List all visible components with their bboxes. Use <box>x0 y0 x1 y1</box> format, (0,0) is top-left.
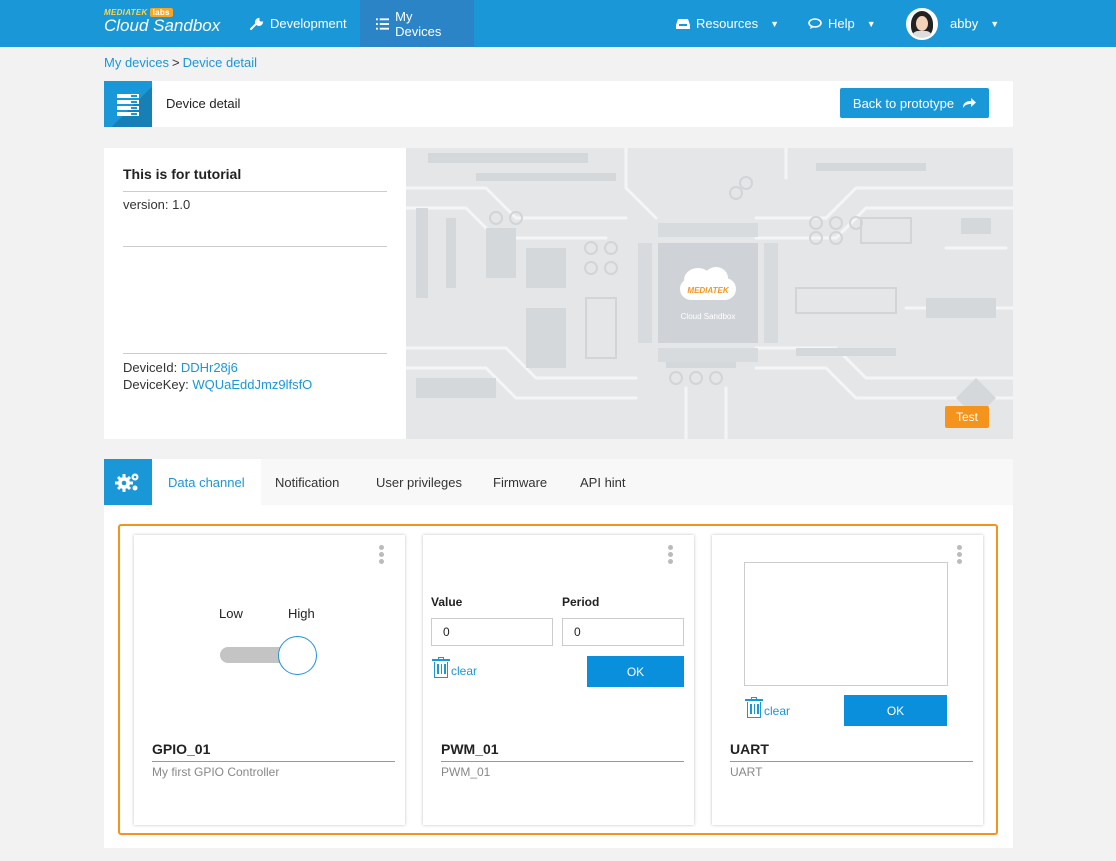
device-status-badge: Test <box>945 406 989 428</box>
toggle-high-label: High <box>288 606 315 621</box>
pwm-period-input[interactable]: 0 <box>562 618 684 646</box>
logo-product-name: Cloud Sandbox <box>104 16 221 35</box>
breadcrumb-device-detail[interactable]: Device detail <box>183 55 257 70</box>
hero-chip-product: Cloud Sandbox <box>681 312 736 321</box>
circuit-board-illustration: MEDIATEK Cloud Sandbox <box>406 148 1013 439</box>
toggle-low-label: Low <box>219 606 243 621</box>
divider <box>152 761 395 762</box>
tab-user-privileges[interactable]: User privileges <box>360 459 478 505</box>
device-info-card: This is for tutorial version: 1.0 Device… <box>104 148 406 439</box>
device-key-label: DeviceKey: <box>123 377 189 392</box>
gpio-toggle-knob[interactable] <box>278 636 317 675</box>
divider <box>123 246 387 247</box>
device-credentials: DeviceId: DDHr28j6 DeviceKey: WQUaEddJmz… <box>123 359 312 393</box>
chevron-down-icon: ▼ <box>770 18 780 29</box>
divider <box>123 353 387 354</box>
uart-message-textarea[interactable] <box>744 562 948 686</box>
device-key-value: WQUaEddJmz9lfsfO <box>192 377 313 392</box>
chevron-down-icon: ▼ <box>990 18 1000 29</box>
breadcrumb: My devices > Device detail <box>104 55 257 70</box>
device-version: version: 1.0 <box>123 197 191 212</box>
wrench-icon <box>250 17 264 30</box>
divider <box>123 191 387 192</box>
page-title: Device detail <box>166 96 241 111</box>
nav-my-devices-label: My Devices <box>395 8 442 39</box>
device-hero-image: MEDIATEK Cloud Sandbox Test <box>406 148 1013 439</box>
gpio-channel-card: Low High GPIO_01 My first GPIO Controlle… <box>134 535 405 825</box>
channel-description: PWM_01 <box>441 765 491 779</box>
pwm-value-label: Value <box>431 595 463 609</box>
gears-glyph <box>115 473 139 492</box>
back-to-prototype-label: Back to prototype <box>852 95 955 111</box>
divider <box>441 761 684 762</box>
nav-resources-label: Resources <box>696 16 759 31</box>
nav-help-label: Help <box>828 16 855 31</box>
device-name: This is for tutorial <box>123 166 242 182</box>
gears-icon <box>104 459 152 505</box>
tab-firmware[interactable]: Firmware <box>477 459 563 505</box>
uart-channel-card: clear OK UART UART <box>712 535 983 825</box>
tab-notification[interactable]: Notification <box>259 459 355 505</box>
breadcrumb-separator: > <box>172 55 180 70</box>
user-name: abby <box>950 16 979 31</box>
uart-clear-button[interactable]: clear <box>745 697 791 718</box>
device-id-label: DeviceId: <box>123 360 178 375</box>
trash-icon <box>432 657 450 678</box>
trash-icon <box>745 697 763 718</box>
breadcrumb-my-devices[interactable]: My devices <box>104 55 169 70</box>
pwm-clear-button[interactable]: clear <box>432 657 478 678</box>
pwm-ok-button[interactable]: OK <box>587 656 684 687</box>
tab-data-channel[interactable]: Data channel <box>152 459 261 505</box>
nav-user-menu[interactable]: abby ▼ <box>890 0 1015 47</box>
tab-api-hint[interactable]: API hint <box>564 459 642 505</box>
device-id-value: DDHr28j6 <box>180 360 238 375</box>
pwm-channel-card: Value Period 0 0 clear OK PWM_01 PWM_01 <box>423 535 694 825</box>
divider <box>730 761 973 762</box>
chevron-down-icon: ▼ <box>866 18 876 29</box>
hero-chip-brand: MEDIATEK <box>687 286 729 295</box>
channel-name: UART <box>730 741 769 757</box>
user-avatar <box>906 7 938 40</box>
channel-description: My first GPIO Controller <box>152 765 280 779</box>
nav-resources[interactable]: Resources ▼ <box>660 0 795 47</box>
nav-help[interactable]: Help ▼ <box>792 0 892 47</box>
pwm-period-label: Period <box>562 595 600 609</box>
share-arrow-icon <box>963 98 977 108</box>
nav-development[interactable]: Development <box>234 0 363 47</box>
channel-name: PWM_01 <box>441 741 499 757</box>
back-to-prototype-button[interactable]: Back to prototype <box>840 88 989 118</box>
channel-name: GPIO_01 <box>152 741 211 757</box>
more-options-icon[interactable] <box>379 545 385 566</box>
device-tabs: Data channel Notification User privilege… <box>104 459 1013 505</box>
more-options-icon[interactable] <box>957 545 963 566</box>
device-detail-icon <box>104 81 152 127</box>
list-icon <box>376 17 390 30</box>
chat-bubble-icon <box>808 17 822 29</box>
inbox-icon <box>676 18 690 29</box>
top-navbar: MEDIATEK labs Cloud Sandbox Development M… <box>0 0 1116 47</box>
nav-my-devices[interactable]: My Devices <box>360 0 474 47</box>
page-header: Device detail Back to prototype <box>104 81 1013 127</box>
cloud-sandbox-logo[interactable]: MEDIATEK labs Cloud Sandbox <box>104 8 220 36</box>
pwm-value-input[interactable]: 0 <box>431 618 553 646</box>
uart-clear-label: clear <box>764 704 791 718</box>
channel-description: UART <box>730 765 763 779</box>
more-options-icon[interactable] <box>668 545 674 566</box>
pwm-clear-label: clear <box>451 664 478 678</box>
uart-ok-button[interactable]: OK <box>844 695 947 726</box>
nav-development-label: Development <box>270 16 347 31</box>
